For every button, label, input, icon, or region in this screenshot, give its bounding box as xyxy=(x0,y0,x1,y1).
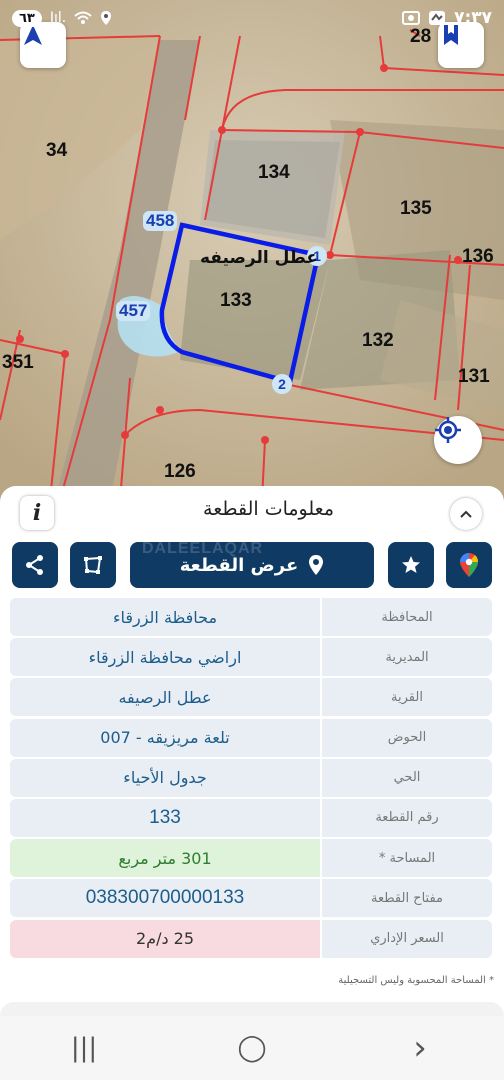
info-label: المديرية xyxy=(322,638,492,677)
info-value: 133 xyxy=(10,798,320,837)
info-label: مفتاح القطعة xyxy=(322,879,492,918)
info-row-basin: تلعة مريزيقه - 007 الحوض xyxy=(10,718,492,757)
star-icon xyxy=(402,556,420,573)
collapse-button[interactable] xyxy=(450,498,482,530)
info-row-area: 301 متر مربع المساحة * xyxy=(10,839,492,878)
info-row-governorate: محافظة الزرقاء المحافظة xyxy=(10,598,492,636)
info-button[interactable]: i xyxy=(20,496,54,530)
info-value: محافظة الزرقاء xyxy=(10,598,320,636)
polygon-button[interactable] xyxy=(70,542,116,588)
info-value: اراضي محافظة الزرقاء xyxy=(10,638,320,677)
share-icon xyxy=(26,555,43,575)
crosshair-icon xyxy=(435,417,461,443)
village-label: عطل الرصيفه xyxy=(200,248,318,268)
info-label: القرية xyxy=(322,678,492,717)
gallery-notification-icon xyxy=(402,11,421,25)
point-label: 458 xyxy=(143,211,178,231)
my-location-button[interactable] xyxy=(434,416,482,464)
battery-indicator: ٦٣ xyxy=(12,9,42,27)
info-row-parcel-number: 133 رقم القطعة xyxy=(10,798,492,837)
parcel-label: 136 xyxy=(462,246,494,267)
wifi-icon xyxy=(74,11,92,24)
google-maps-icon xyxy=(460,553,478,577)
parcel-label: 126 xyxy=(164,461,196,482)
info-value: عطل الرصيفه xyxy=(10,678,320,717)
info-label: السعر الإداري xyxy=(322,919,492,958)
parcel-label: 34 xyxy=(46,140,68,161)
parcel-info-sheet: i معلومات القطعة عرض القطعة DALEELAQAR م… xyxy=(0,486,504,1016)
info-row-neighborhood: جدول الأحياء الحي xyxy=(10,758,492,797)
back-button[interactable]: › xyxy=(390,1028,450,1068)
parcel-label: 133 xyxy=(220,290,252,311)
info-value: تلعة مريزيقه - 007 xyxy=(10,718,320,757)
parcel-label: 351 xyxy=(2,352,34,373)
info-label: الحوض xyxy=(322,718,492,757)
point-label: 457 xyxy=(116,301,151,321)
google-maps-button[interactable] xyxy=(446,542,492,588)
share-button[interactable] xyxy=(12,542,58,588)
sheet-header: i معلومات القطعة xyxy=(0,486,504,540)
system-nav-bar: ||| ◯ › xyxy=(0,1016,504,1080)
location-icon xyxy=(101,11,112,25)
chevron-up-icon xyxy=(460,510,472,518)
sheet-title: معلومات القطعة xyxy=(203,498,334,520)
info-row-directorate: اراضي محافظة الزرقاء المديرية xyxy=(10,638,492,677)
polygon-icon xyxy=(84,556,102,574)
info-label: المساحة * xyxy=(322,839,492,878)
parcel-label: 131 xyxy=(458,366,490,387)
info-value: جدول الأحياء xyxy=(10,758,320,797)
info-row-parcel-key: 038300700000133 مفتاح القطعة xyxy=(10,879,492,918)
info-icon: i xyxy=(32,500,42,526)
info-value: 25 د/م2 xyxy=(10,919,320,958)
map-pin-icon xyxy=(309,555,324,575)
recent-apps-button[interactable]: ||| xyxy=(54,1033,114,1063)
map-view[interactable]: 28 34 134 135 136 133 132 131 351 126 45… xyxy=(0,0,504,500)
signal-icon: Iıl. xyxy=(49,10,67,26)
app-notification-icon xyxy=(429,11,446,25)
info-value: 038300700000133 xyxy=(10,879,320,918)
info-row-village: عطل الرصيفه القرية xyxy=(10,678,492,717)
area-footnote: * المساحة المحسوبة وليس التسجيلية xyxy=(338,975,494,986)
status-time: ٧:٣٧ xyxy=(454,8,492,28)
info-label: رقم القطعة xyxy=(322,798,492,837)
parcel-label: 132 xyxy=(362,330,394,351)
favorite-button[interactable] xyxy=(388,542,434,588)
info-row-admin-price: 25 د/م2 السعر الإداري xyxy=(10,919,492,958)
status-bar: ٦٣ Iıl. ٧:٣٧ xyxy=(0,0,504,36)
home-button[interactable]: ◯ xyxy=(222,1033,282,1063)
info-table: محافظة الزرقاء المحافظة اراضي محافظة الز… xyxy=(10,598,492,960)
info-value: 301 متر مربع xyxy=(10,839,320,878)
parcel-label: 135 xyxy=(400,198,432,219)
watermark: DALEELAQAR xyxy=(142,540,264,557)
vertex-number: 2 xyxy=(272,374,292,394)
info-label: الحي xyxy=(322,758,492,797)
info-label: المحافظة xyxy=(322,598,492,636)
parcel-label: 134 xyxy=(258,162,290,183)
